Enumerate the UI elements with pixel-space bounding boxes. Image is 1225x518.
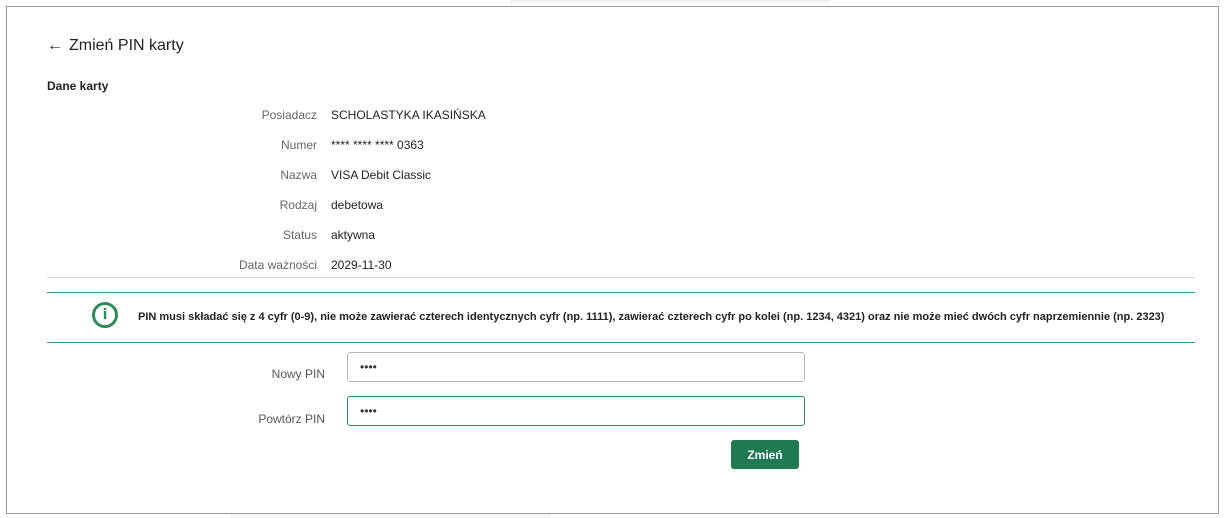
repeat-pin-label: Powtórz PIN <box>258 412 325 426</box>
detail-label: Status <box>282 228 317 242</box>
detail-label: Nazwa <box>280 168 317 182</box>
page-title-text: Zmień PIN karty <box>69 37 184 54</box>
info-icon: i <box>92 302 118 328</box>
new-pin-input[interactable]: •••• <box>347 352 805 382</box>
detail-row-expiry: Data ważności 2029-11-30 <box>7 255 1218 275</box>
detail-row-status: Status aktywna <box>7 225 1218 245</box>
detail-value: **** **** **** 0363 <box>331 138 424 152</box>
change-pin-button[interactable]: Zmień <box>731 440 799 469</box>
main-panel: ← Zmień PIN karty Dane karty Posiadacz S… <box>6 6 1219 514</box>
info-icon-glyph: i <box>102 307 108 323</box>
detail-label: Data ważności <box>238 258 317 272</box>
detail-value: debetowa <box>331 198 384 212</box>
repeat-pin-input[interactable]: •••• <box>347 396 805 426</box>
detail-value: VISA Debit Classic <box>331 168 432 182</box>
detail-value: SCHOLASTYKA IKASIŃSKA <box>331 108 486 122</box>
detail-row-name: Nazwa VISA Debit Classic <box>7 165 1218 185</box>
page-title: ← Zmień PIN karty <box>47 37 184 55</box>
detail-label: Posiadacz <box>261 108 317 122</box>
detail-value: aktywna <box>331 228 376 242</box>
section-title-card-data: Dane karty <box>47 79 109 93</box>
detail-row-holder: Posiadacz SCHOLASTYKA IKASIŃSKA <box>7 105 1218 125</box>
detail-row-number: Numer **** **** **** 0363 <box>7 135 1218 155</box>
section-divider <box>47 277 1195 278</box>
detail-label: Numer <box>280 138 317 152</box>
detail-value: 2029-11-30 <box>331 258 392 272</box>
pin-rules-text: PIN musi składać się z 4 cyfr (0-9), nie… <box>138 311 1165 323</box>
back-arrow-icon[interactable]: ← <box>47 37 63 55</box>
pin-rules-info: i PIN musi składać się z 4 cyfr (0-9), n… <box>47 292 1195 343</box>
detail-row-type: Rodzaj debetowa <box>7 195 1218 215</box>
new-pin-label: Nowy PIN <box>271 367 325 381</box>
detail-label: Rodzaj <box>279 198 317 212</box>
